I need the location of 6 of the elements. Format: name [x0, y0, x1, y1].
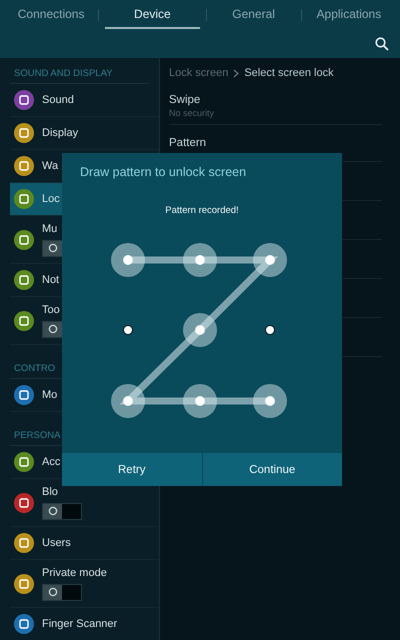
section-header: SOUND AND DISPLAY: [14, 68, 113, 79]
dialog-title: Draw pattern to unlock screen: [79, 164, 248, 181]
breadcrumb-current: Select screen lock: [244, 67, 334, 79]
section-header: PERSONA: [14, 430, 60, 441]
status-message: Pattern recorded!: [165, 205, 239, 216]
section-header: CONTRO: [14, 363, 56, 374]
